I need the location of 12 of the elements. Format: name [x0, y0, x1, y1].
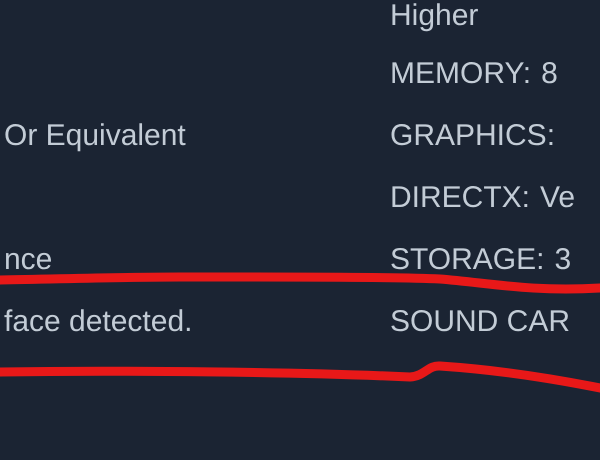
requirement-text: Higher [390, 0, 478, 33]
requirement-label: GRAPHICS: [390, 119, 556, 153]
requirement-text: nce [4, 243, 52, 276]
requirement-label: SOUND CAR [390, 305, 570, 339]
requirement-text: Or Equivalent [4, 119, 186, 152]
requirement-value: 8 [541, 57, 558, 91]
requirement-label: STORAGE: [390, 243, 544, 277]
requirement-text: face detected. [4, 305, 192, 338]
requirement-value: Ve [540, 181, 576, 215]
requirement-label: MEMORY: [390, 57, 532, 91]
requirement-value: 3 [554, 243, 572, 277]
requirement-label: DIRECTX: [390, 181, 530, 215]
